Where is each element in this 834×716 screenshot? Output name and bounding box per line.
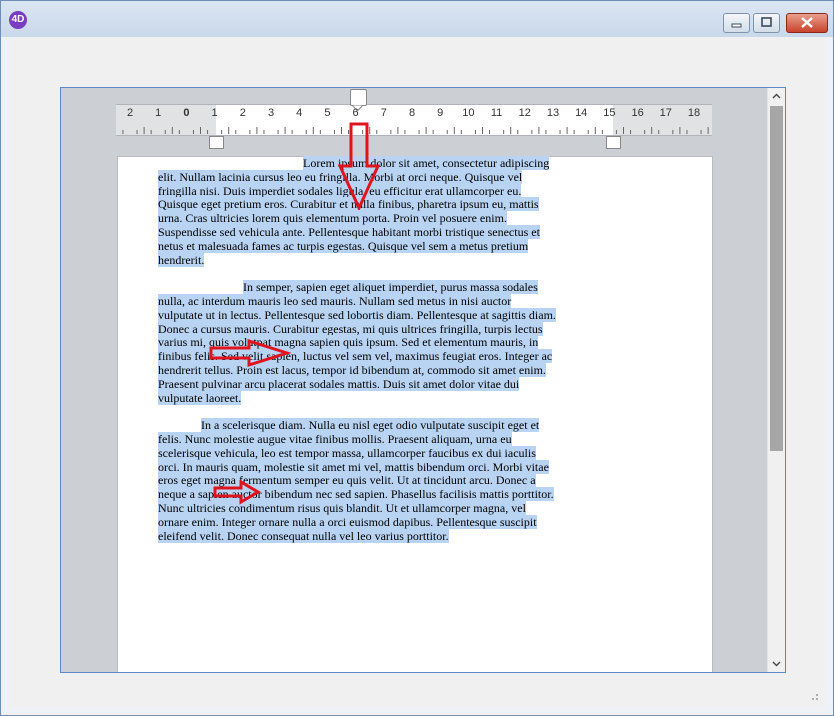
scroll-down-button[interactable] — [768, 655, 785, 672]
vertical-scrollbar[interactable] — [767, 88, 785, 672]
ruler-number: 8 — [408, 107, 416, 119]
app-window: 4D 2 1 0 1 2 3 4 5 6 7 8 9 10 11 12 13 14 15 16 17 18 — [0, 0, 834, 716]
scrollbar-thumb[interactable] — [770, 106, 783, 451]
ruler-number: 14 — [575, 107, 588, 119]
right-indent-marker[interactable] — [606, 136, 621, 149]
window-client-area: 2 1 0 1 2 3 4 5 6 7 8 9 10 11 12 13 14 15 16 17 18 Lorem ips… — [9, 37, 825, 707]
ruler-number: 15 — [603, 107, 616, 119]
down-arrow-annotation-icon — [337, 122, 381, 210]
app-4d-icon: 4D — [9, 11, 27, 29]
ruler-number: 1 — [211, 107, 218, 119]
right-arrow-small-annotation-icon — [213, 480, 261, 505]
ruler-number: 16 — [631, 107, 644, 119]
ruler-number: 17 — [659, 107, 672, 119]
ruler-number: 2 — [126, 107, 134, 119]
left-indent-marker[interactable] — [209, 136, 224, 149]
ruler-number: 6 — [352, 107, 359, 119]
ruler-number: 1 — [155, 107, 162, 119]
chevron-up-icon — [772, 93, 781, 99]
minimize-button[interactable] — [723, 13, 750, 33]
ruler-number: 13 — [546, 107, 560, 119]
close-icon — [801, 17, 813, 28]
ruler-number: 11 — [490, 107, 503, 119]
close-button[interactable] — [786, 13, 828, 33]
ruler-number: 9 — [437, 107, 444, 119]
ruler-number: 10 — [462, 107, 475, 119]
ruler-number: 2 — [239, 107, 246, 119]
ruler-number: 12 — [518, 107, 531, 119]
document-viewport[interactable]: 2 1 0 1 2 3 4 5 6 7 8 9 10 11 12 13 14 15 16 17 18 Lorem ips… — [60, 87, 786, 673]
ruler-number: 5 — [324, 107, 331, 119]
title-bar[interactable]: 4D — [1, 1, 833, 37]
maximize-icon — [761, 17, 772, 27]
maximize-button[interactable] — [753, 13, 780, 33]
ruler-number: 4 — [296, 107, 303, 119]
resize-grip-icon[interactable] — [809, 691, 819, 701]
ruler-number: 7 — [380, 107, 387, 119]
right-arrow-annotation-icon — [209, 339, 291, 368]
chevron-down-icon — [772, 661, 781, 667]
ruler-number: 3 — [267, 107, 275, 119]
ruler-number: 0 — [183, 107, 190, 119]
ruler-number: 18 — [687, 107, 701, 119]
first-line-indent-marker[interactable] — [350, 89, 367, 106]
scroll-up-button[interactable] — [768, 88, 785, 105]
minimize-icon — [731, 23, 742, 28]
horizontal-ruler[interactable]: 2 1 0 1 2 3 4 5 6 7 8 9 10 11 12 13 14 15 16 17 18 — [116, 89, 712, 149]
